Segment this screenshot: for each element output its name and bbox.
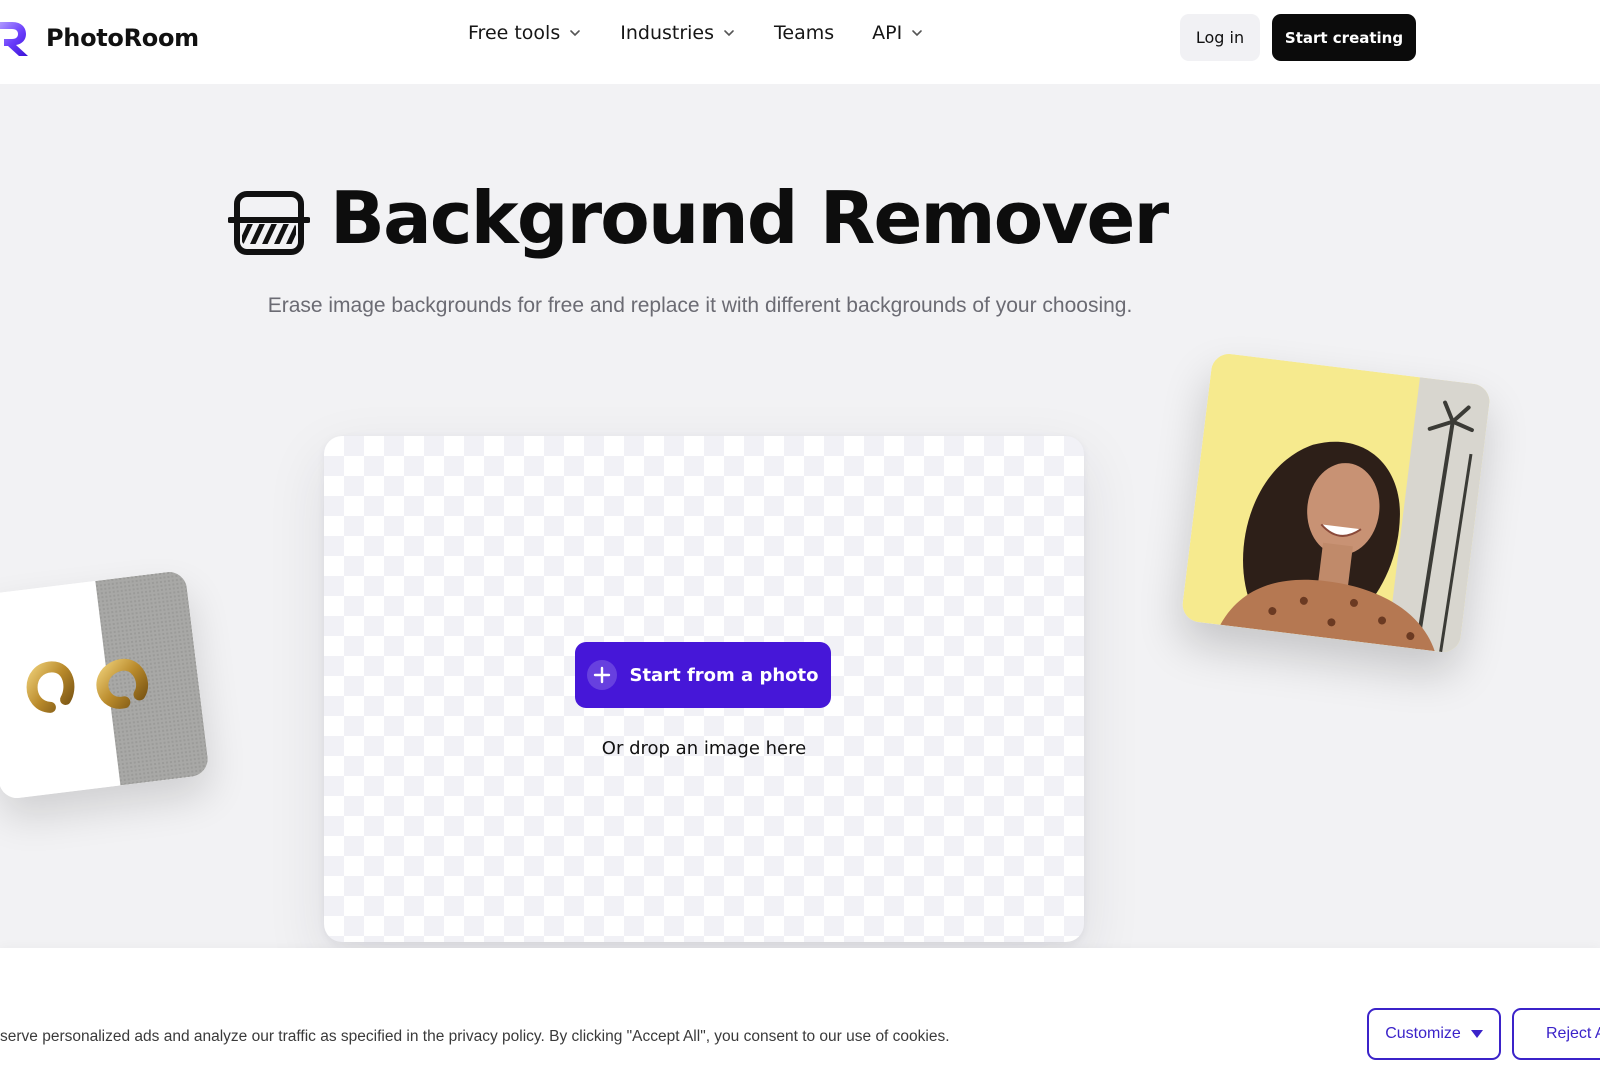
chevron-down-icon [570, 30, 581, 37]
brand-logo[interactable]: PhotoRoom [0, 16, 199, 60]
nav-label: API [872, 22, 903, 44]
example-image-earrings [0, 569, 210, 801]
login-button[interactable]: Log in [1180, 14, 1260, 61]
cookie-consent-bar: serve personalized ads and analyze our t… [0, 948, 1600, 1066]
nav-industries[interactable]: Industries [620, 22, 736, 44]
caret-down-icon [1470, 1030, 1483, 1038]
nav-label: Teams [774, 22, 835, 44]
earrings-illustration [0, 569, 210, 801]
page-subtitle: Erase image backgrounds for free and rep… [267, 294, 1133, 317]
chevron-down-icon [912, 30, 923, 37]
start-creating-button[interactable]: Start creating [1272, 14, 1416, 61]
page-title: Background Remover [330, 176, 1169, 260]
nav-api[interactable]: API [872, 22, 924, 44]
main-nav: Free tools Industries Teams API [468, 22, 924, 44]
image-drop-zone[interactable]: Start from a photo Or drop an image here [324, 436, 1084, 942]
site-header: PhotoRoom Free tools Industries Teams AP… [0, 0, 1600, 84]
customize-label: Customize [1385, 1025, 1461, 1042]
start-from-photo-button[interactable]: Start from a photo [575, 642, 831, 708]
nav-free-tools[interactable]: Free tools [468, 22, 582, 44]
example-image-portrait [1180, 351, 1492, 655]
nav-teams[interactable]: Teams [774, 22, 834, 44]
portrait-illustration [1180, 351, 1492, 655]
cookie-reject-button[interactable]: Reject A [1512, 1008, 1600, 1060]
nav-label: Industries [620, 22, 715, 44]
brand-name: PhotoRoom [46, 24, 199, 52]
plus-icon [587, 660, 618, 690]
photoroom-logo-icon [0, 22, 28, 56]
cookie-customize-button[interactable]: Customize [1367, 1008, 1501, 1060]
drop-hint: Or drop an image here [601, 738, 807, 759]
upload-button-label: Start from a photo [629, 664, 819, 686]
nav-label: Free tools [468, 22, 561, 44]
background-remover-icon [228, 191, 310, 255]
chevron-down-icon [724, 30, 734, 37]
cookie-message: serve personalized ads and analyze our t… [0, 1028, 950, 1045]
